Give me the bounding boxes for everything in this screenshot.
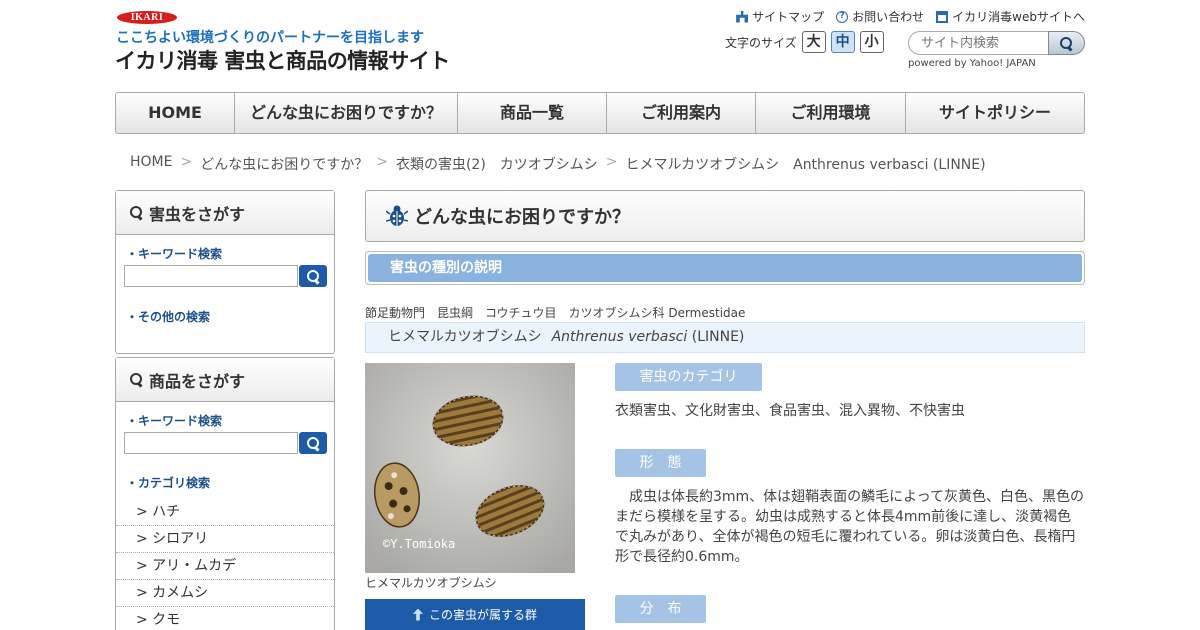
product-keyword-search — [124, 432, 334, 454]
category-item-ant-centipede[interactable]: > アリ・ムカデ — [116, 553, 334, 580]
main-heading: どんな虫にお困りですか？ — [365, 190, 1085, 242]
site-search-input[interactable] — [908, 31, 1048, 55]
product-search-title: 商品をさがす — [149, 371, 246, 391]
pest-keyword-search-button[interactable] — [299, 265, 327, 287]
site-search — [908, 31, 1085, 55]
contact-link-label: お問い合わせ — [852, 10, 925, 24]
product-search-header: 商品をさがす — [116, 358, 334, 402]
photo-caption: ヒメマルカツオブシムシ — [365, 576, 497, 590]
global-nav: HOME どんな虫にお困りですか？ 商品一覧 ご利用案内 ご利用環境 サイトポリ… — [115, 92, 1085, 134]
taxonomy-line: 節足動物門 昆虫綱 コウチュウ目 カツオブシムシ科 Dermestidae — [365, 306, 746, 320]
pest-keyword-input[interactable] — [124, 265, 298, 287]
corporate-site-link-label: イカリ消毒webサイトへ — [952, 10, 1085, 24]
product-keyword-label: ・キーワード検索 — [126, 414, 223, 428]
nav-usage-guide[interactable]: ご利用案内 — [607, 93, 756, 133]
nav-site-policy[interactable]: サイトポリシー — [906, 93, 1084, 133]
breadcrumb-separator: > — [376, 154, 388, 170]
breadcrumb-home[interactable]: HOME — [130, 154, 172, 174]
species-name-scientific: Anthrenus verbasci — [551, 329, 688, 345]
search-icon — [130, 373, 143, 386]
search-icon — [306, 436, 320, 450]
subheading: 害虫の種別の説明 — [368, 254, 1082, 282]
search-icon — [1060, 36, 1073, 50]
utility-links: サイトマップ ? お問い合わせ イカリ消毒webサイトへ — [736, 8, 1085, 25]
species-photo: ©Y.Tomioka — [365, 363, 575, 573]
category-item-spider[interactable]: > クモ — [116, 607, 334, 630]
search-icon — [130, 206, 143, 219]
pest-keyword-label: ・キーワード検索 — [126, 247, 223, 261]
ikari-logo[interactable]: IKARI — [117, 11, 177, 24]
breadcrumb: HOME > どんな虫にお困りですか？ > 衣類の害虫(2) カツオブシムシ >… — [130, 154, 986, 174]
font-size-switcher: 文字のサイズ 大 中 小 — [725, 31, 884, 53]
breadcrumb-pest-trouble[interactable]: どんな虫にお困りですか？ — [200, 154, 368, 174]
font-size-medium-button[interactable]: 中 — [830, 31, 855, 53]
arrow-up-icon — [412, 608, 423, 621]
pest-category-text: 衣類害虫、文化財害虫、食品害虫、混入異物、不快害虫 — [615, 403, 965, 419]
morphology-text: 成虫は体長約3mm、体は翅鞘表面の鱗毛によって灰黄色、白色、黒色のまだら模様を呈… — [615, 489, 1085, 565]
pest-group-button-label: この害虫が属する群 — [428, 608, 537, 622]
sitemap-link-label: サイトマップ — [752, 10, 825, 24]
window-icon — [936, 10, 949, 23]
help-icon: ? — [836, 10, 849, 23]
pest-keyword-search — [124, 265, 334, 287]
nav-pest-trouble[interactable]: どんな虫にお困りですか？ — [235, 93, 458, 133]
product-keyword-search-button[interactable] — [299, 432, 327, 454]
species-author: (LINNE) — [691, 329, 745, 345]
category-item-termite[interactable]: > シロアリ — [116, 526, 334, 553]
pest-search-box: 害虫をさがす ・キーワード検索 ・その他の検索 — [115, 190, 335, 354]
breadcrumb-separator: > — [605, 154, 618, 170]
product-category-label: ・カテゴリ検索 — [126, 476, 211, 490]
breadcrumb-category[interactable]: 衣類の害虫(2) カツオブシムシ — [396, 154, 598, 174]
sitemap-link[interactable]: サイトマップ — [736, 8, 824, 25]
morphology-tag: 形 態 — [615, 449, 706, 477]
breadcrumb-separator: > — [180, 154, 193, 170]
contact-link[interactable]: ? お問い合わせ — [836, 8, 924, 25]
nav-home[interactable]: HOME — [116, 93, 235, 133]
breadcrumb-current: ヒメマルカツオブシムシ Anthrenus verbasci (LINNE) — [625, 157, 986, 173]
search-icon — [306, 269, 320, 283]
font-size-small-button[interactable]: 小 — [859, 31, 884, 53]
category-item-stinkbug[interactable]: > カメムシ — [116, 580, 334, 607]
pest-category-tag: 害虫のカテゴリ — [615, 363, 762, 391]
corporate-site-link[interactable]: イカリ消毒webサイトへ — [936, 8, 1085, 25]
beetle-icon — [386, 205, 408, 226]
font-size-label: 文字のサイズ — [725, 35, 797, 50]
distribution-tag: 分 布 — [615, 595, 706, 623]
powered-by: powered by Yahoo! JAPAN — [908, 58, 1036, 69]
pest-group-button[interactable]: この害虫が属する群 — [365, 599, 585, 630]
photo-credit: ©Y.Tomioka — [383, 537, 455, 551]
subheading-frame: 害虫の種別の説明 — [365, 251, 1085, 285]
pest-search-header: 害虫をさがす — [116, 191, 334, 235]
species-name-japanese: ヒメマルカツオブシムシ — [388, 329, 542, 345]
category-item-bee[interactable]: > ハチ — [116, 499, 334, 526]
species-name-bar: ヒメマルカツオブシムシ Anthrenus verbasci (LINNE) — [365, 322, 1085, 353]
site-tagline: ここちよい環境づくりのパートナーを目指します — [116, 30, 424, 46]
font-size-large-button[interactable]: 大 — [801, 31, 826, 53]
site-title[interactable]: イカリ消毒 害虫と商品の情報サイト — [115, 45, 450, 75]
nav-environment[interactable]: ご利用環境 — [756, 93, 906, 133]
site-search-button[interactable] — [1048, 31, 1085, 55]
product-keyword-input[interactable] — [124, 432, 298, 454]
pest-other-search-link[interactable]: ・その他の検索 — [116, 308, 334, 325]
product-search-box: 商品をさがす ・キーワード検索 ・カテゴリ検索 > ハチ > シロアリ > アリ… — [115, 357, 335, 630]
nav-products[interactable]: 商品一覧 — [458, 93, 607, 133]
sitemap-icon — [736, 10, 749, 23]
main-heading-text: どんな虫にお困りですか？ — [414, 207, 630, 228]
pest-search-title: 害虫をさがす — [149, 204, 246, 224]
